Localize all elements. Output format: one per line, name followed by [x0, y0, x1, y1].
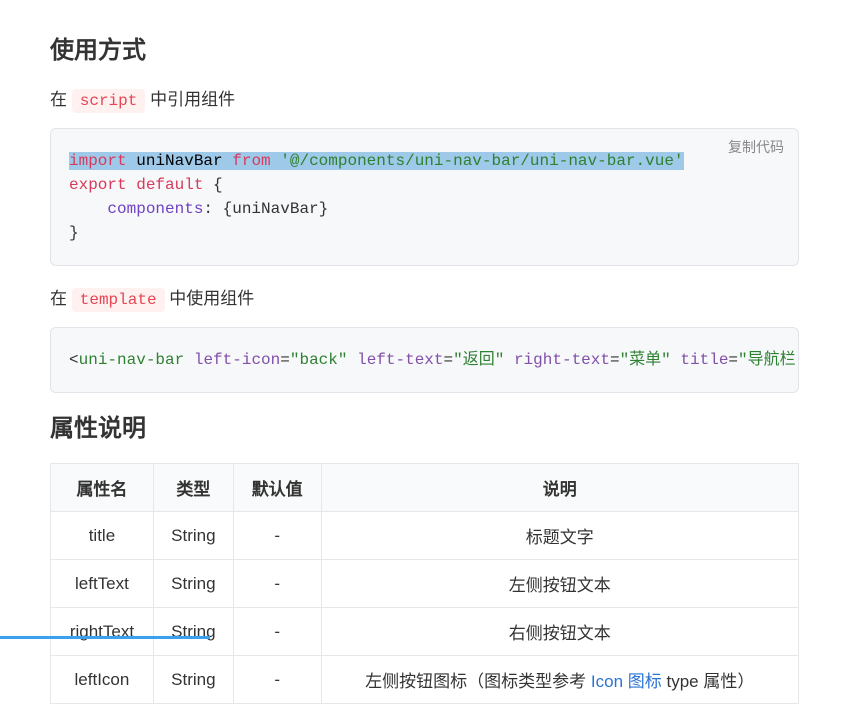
- td-desc: 右侧按钮文本: [321, 608, 799, 656]
- td-name: leftIcon: [51, 656, 154, 704]
- desc-pre: 左侧按钮图标（图标类型参考: [365, 672, 591, 691]
- heading-props: 属性说明: [50, 408, 799, 443]
- td-name: leftText: [51, 560, 154, 608]
- code-block-script: 复制代码 import uniNavBar from '@/components…: [50, 128, 799, 266]
- props-table: 属性名 类型 默认值 说明 title String - 标题文字 leftTe…: [50, 463, 799, 704]
- td-default: -: [233, 560, 321, 608]
- table-header-row: 属性名 类型 默认值 说明: [51, 464, 799, 512]
- code-content-1: import uniNavBar from '@/components/uni-…: [69, 149, 780, 245]
- table-row: leftIcon String - 左侧按钮图标（图标类型参考 Icon 图标 …: [51, 656, 799, 704]
- td-default: -: [233, 608, 321, 656]
- heading-usage: 使用方式: [50, 30, 799, 65]
- td-desc: 标题文字: [321, 512, 799, 560]
- code-content-2: <uni-nav-bar left-icon="back" left-text=…: [69, 348, 780, 372]
- desc-post: type 属性）: [662, 672, 755, 691]
- td-default: -: [233, 512, 321, 560]
- text-before-template: 在: [50, 289, 72, 308]
- text-after-template: 中使用组件: [169, 289, 254, 308]
- th-default: 默认值: [233, 464, 321, 512]
- table-row: rightText String - 右侧按钮文本: [51, 608, 799, 656]
- table-row: title String - 标题文字: [51, 512, 799, 560]
- inline-code-script: script: [72, 89, 146, 113]
- copy-code-button[interactable]: 复制代码: [728, 137, 784, 157]
- code-block-template: <uni-nav-bar left-icon="back" left-text=…: [50, 327, 799, 393]
- th-type: 类型: [153, 464, 233, 512]
- para-template-usage: 在 template 中使用组件: [50, 284, 799, 309]
- td-type: String: [153, 512, 233, 560]
- td-type: String: [153, 656, 233, 704]
- text-before-script: 在: [50, 90, 72, 109]
- table-row: leftText String - 左侧按钮文本: [51, 560, 799, 608]
- td-name: title: [51, 512, 154, 560]
- para-script-usage: 在 script 中引用组件: [50, 85, 799, 110]
- td-type: String: [153, 608, 233, 656]
- inline-code-template: template: [72, 288, 165, 312]
- th-desc: 说明: [321, 464, 799, 512]
- horizontal-scroll-indicator[interactable]: [0, 636, 210, 639]
- td-desc: 左侧按钮文本: [321, 560, 799, 608]
- th-name: 属性名: [51, 464, 154, 512]
- td-desc: 左侧按钮图标（图标类型参考 Icon 图标 type 属性）: [321, 656, 799, 704]
- td-type: String: [153, 560, 233, 608]
- td-name: rightText: [51, 608, 154, 656]
- td-default: -: [233, 656, 321, 704]
- text-after-script: 中引用组件: [150, 90, 235, 109]
- icon-link[interactable]: Icon 图标: [591, 672, 662, 691]
